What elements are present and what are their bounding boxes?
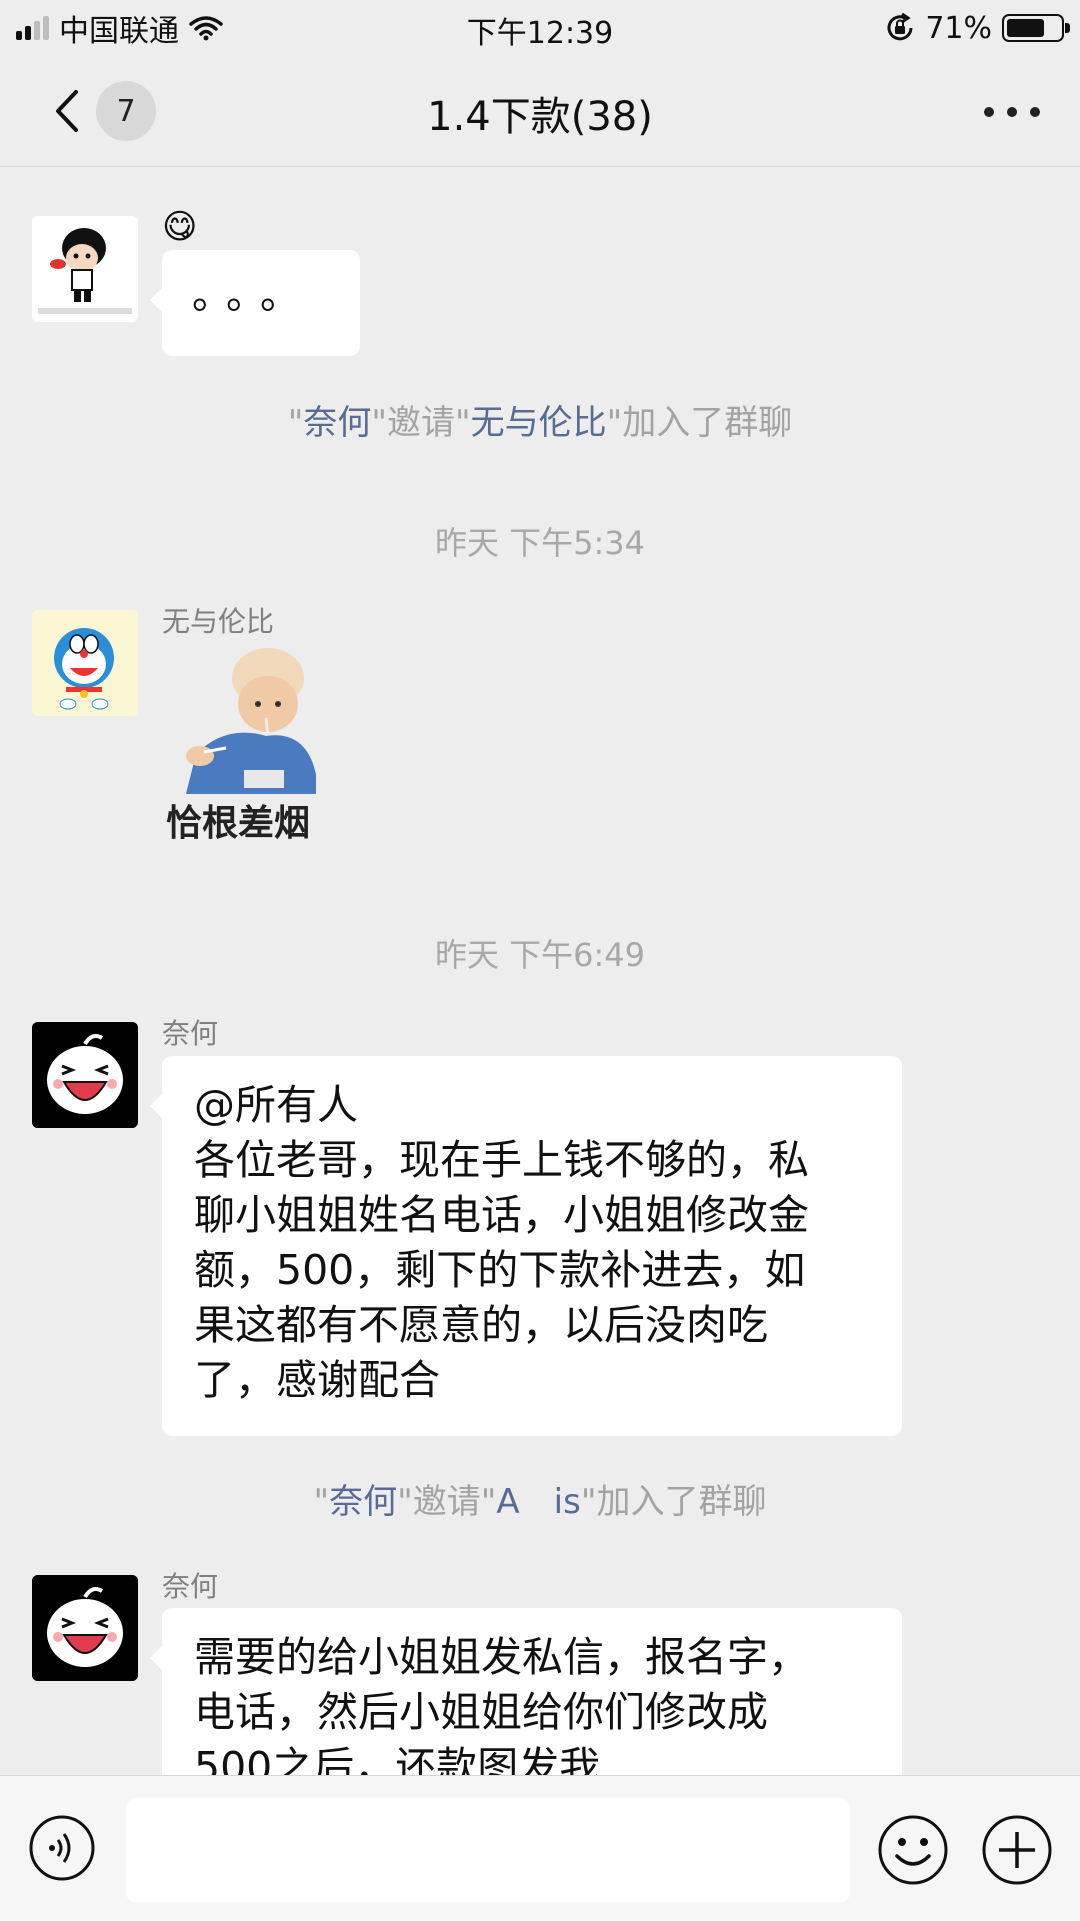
message-line: 500之后，还款图发我 — [194, 1743, 601, 1775]
more-dots-icon[interactable] — [984, 92, 1040, 132]
chat-title: 1.4下款(38) — [427, 94, 653, 140]
emoji-icon[interactable] — [877, 1814, 949, 1886]
message-list[interactable]: 😋 。。。 "奈何"邀请"无与伦比"加入了群聊 昨天 下午5:34 无与伦比 恰… — [0, 167, 1080, 1775]
sticker-image[interactable]: 恰根差烟 — [166, 644, 326, 844]
sender-name: 奈何 — [162, 1570, 219, 1603]
baby-sticker-icon — [186, 648, 316, 794]
message-line: 果这都有不愿意的，以后没肉吃 — [194, 1301, 768, 1349]
message-line: 各位老哥，现在手上钱不够的，私 — [194, 1136, 809, 1184]
invitee-name[interactable]: 无与伦比 — [471, 403, 607, 443]
timestamp: 昨天 下午5:34 — [434, 524, 646, 562]
message-line: 额，500，剩下的下款补进去，如 — [194, 1246, 806, 1294]
rotation-lock-icon — [887, 13, 913, 41]
invite-suffix: 加入了群聊 — [596, 1482, 767, 1522]
message-line: 电话，然后小姐姐给你们修改成 — [194, 1688, 768, 1736]
avatar[interactable] — [32, 216, 138, 322]
battery-percent: 71% — [925, 10, 992, 46]
laughing-face-avatar-icon — [32, 1022, 138, 1128]
inviter-name[interactable]: 奈何 — [303, 403, 371, 443]
battery-icon — [1002, 14, 1070, 42]
message-bubble[interactable]: 。。。 — [150, 250, 360, 356]
invitee-name[interactable]: A is — [496, 1482, 580, 1522]
message-line: 需要的给小姐姐发私信，报名字， — [194, 1633, 809, 1681]
system-notice: "奈何"邀请"无与伦比"加入了群聊 — [287, 403, 793, 443]
invite-suffix: 加入了群聊 — [622, 403, 793, 443]
invite-verb: 邀请 — [387, 403, 455, 443]
doraemon-avatar-icon — [32, 610, 138, 716]
input-bar — [0, 1775, 1080, 1921]
battery-fill — [1007, 19, 1044, 37]
sender-name: 奈何 — [162, 1017, 219, 1050]
avatar[interactable] — [32, 1575, 138, 1681]
timestamp: 昨天 下午6:49 — [434, 936, 646, 974]
sender-name: 无与伦比 — [162, 605, 275, 638]
message-bubble[interactable]: 需要的给小姐姐发私信，报名字， 电话，然后小姐姐给你们修改成 500之后，还款图… — [150, 1608, 902, 1775]
message-input[interactable] — [126, 1798, 850, 1902]
sticker-caption: 恰根差烟 — [166, 803, 311, 844]
message-line: 聊小姐姐姓名电话，小姐姐修改金 — [194, 1191, 809, 1239]
inviter-name[interactable]: 奈何 — [329, 1482, 397, 1522]
status-right: 71% — [885, 8, 1070, 48]
system-notice: "奈何"邀请"A is"加入了群聊 — [313, 1482, 767, 1522]
message-bubble[interactable]: @所有人 各位老哥，现在手上钱不够的，私 聊小姐姐姓名电话，小姐姐修改金 额，5… — [150, 1056, 902, 1436]
avatar[interactable] — [32, 610, 138, 716]
message-line: 了，感谢配合 — [194, 1356, 440, 1404]
chat-header: 7 1.4下款(38) — [0, 56, 1080, 167]
status-bar: 中国联通 下午12:39 71% — [0, 0, 1080, 56]
invite-verb: 邀请 — [412, 1482, 481, 1522]
plus-icon[interactable] — [981, 1814, 1053, 1886]
voice-icon[interactable] — [28, 1814, 96, 1882]
cartoon-avatar-icon — [32, 216, 138, 322]
laughing-face-avatar-icon — [32, 1575, 138, 1681]
avatar[interactable] — [32, 1022, 138, 1128]
emoji-reaction: 😋 — [162, 207, 198, 247]
message-line: @所有人 — [194, 1081, 358, 1129]
